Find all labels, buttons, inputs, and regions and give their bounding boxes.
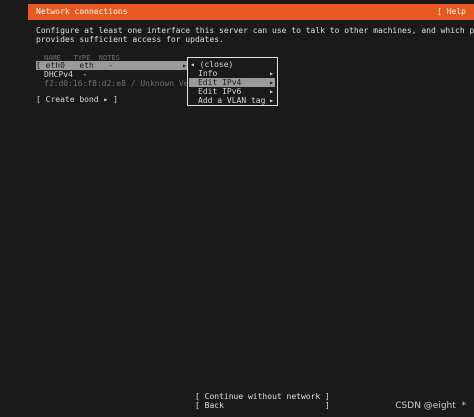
back-button[interactable]: [ Back ] [195,401,330,411]
menu-item-close[interactable]: ◂ (close) [189,60,275,69]
interface-context-menu: ◂ (close) Info ▸ Edit IPv4 ▸ Edit IPv6 ▸… [187,57,278,106]
chevron-right-icon: ▸ [269,87,274,96]
menu-item-edit-ipv4[interactable]: Edit IPv4 ▸ [189,78,275,87]
menu-item-label: Info [198,69,218,78]
menu-item-add-vlan-tag[interactable]: Add a VLAN tag ▸ [189,96,275,105]
menu-item-edit-ipv6[interactable]: Edit IPv6 ▸ [189,87,275,96]
menu-item-label: Edit IPv6 [198,87,242,96]
interface-row-eth0[interactable]: [ eth0 eth - ▸ [36,61,188,70]
help-button[interactable]: [ Help [437,7,466,17]
menu-item-label: Add a VLAN tag [198,96,266,105]
header-bar: Network connections [ Help [28,4,474,20]
chevron-right-icon: ▸ [269,96,274,105]
chevron-right-icon: ▸ [269,69,274,78]
interface-row-label: [ eth0 eth - [36,61,114,70]
watermark: CSDN @eight * [395,401,466,411]
page-title: Network connections [36,7,128,16]
description-line-2: provides sufficient access for updates. [36,35,224,44]
mac-address-row: f2:d0:16:f8:d2:e8 / Unknown Vend [44,79,199,88]
menu-item-label: ◂ (close) [190,60,234,69]
create-bond-button[interactable]: [ Create bond ▸ ] [36,95,118,105]
menu-item-label: Edit IPv4 [198,78,242,87]
menu-item-info[interactable]: Info ▸ [189,69,275,78]
chevron-right-icon: ▸ [269,78,274,87]
